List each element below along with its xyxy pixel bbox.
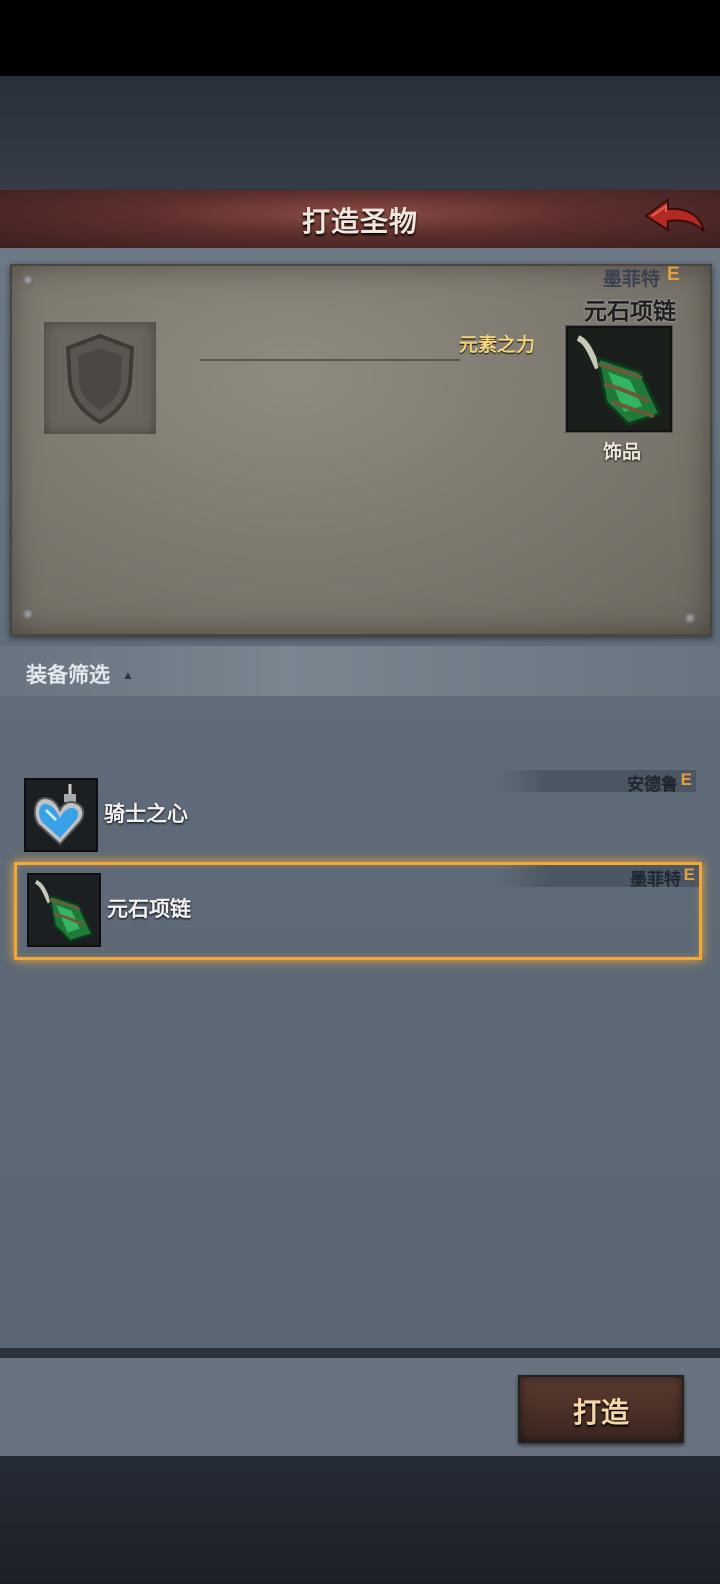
forge-button-label: 打造 [572, 1397, 629, 1428]
item-name: 骑士之心 [104, 803, 188, 826]
forge-button[interactable]: 打造 [518, 1375, 684, 1443]
item-type: 饰品 [603, 442, 642, 463]
bottom-divider [0, 1348, 720, 1358]
back-button[interactable] [642, 196, 708, 242]
selected-item-icon[interactable] [566, 326, 672, 432]
list-item[interactable]: 安德鲁 E 骑士之心 [14, 770, 696, 862]
caret-up-icon: ▲ [122, 668, 134, 682]
item-name: 元石项链 [107, 898, 191, 921]
list-item-selected[interactable]: 墨菲特 E 元石项链 [14, 862, 702, 960]
rivet [22, 274, 34, 286]
filter-label: 装备筛选 [26, 664, 110, 687]
equipment-filter-bar[interactable]: 装备筛选 ▲ [0, 646, 720, 696]
rivet [22, 608, 34, 620]
hero-rank: E [667, 264, 680, 285]
item-title: 元石项链 [584, 298, 676, 324]
item-owner: 安德鲁 [627, 775, 678, 794]
owner-rank: E [680, 770, 692, 789]
green-crystal-necklace-icon [576, 335, 663, 426]
divider [200, 359, 460, 361]
item-owner: 墨菲特 [630, 870, 681, 889]
stat-label: 元素之力 [459, 335, 536, 356]
shield-icon [65, 333, 135, 425]
hero-name: 墨菲特 [602, 269, 660, 290]
empty-equipment-slot[interactable] [44, 322, 156, 434]
heart-pendant-icon [33, 784, 85, 846]
green-crystal-necklace-icon [34, 879, 94, 943]
bottom-backdrop [0, 1456, 720, 1584]
item-icon-frame [24, 778, 98, 852]
top-backdrop [0, 76, 720, 190]
status-bar-area [0, 0, 720, 76]
item-icon-frame [27, 873, 101, 947]
title-bar: 打造圣物 [0, 190, 720, 251]
page-title: 打造圣物 [301, 206, 418, 237]
owner-rank: E [683, 865, 695, 884]
rivet [684, 612, 696, 624]
back-arrow-icon [644, 198, 705, 233]
